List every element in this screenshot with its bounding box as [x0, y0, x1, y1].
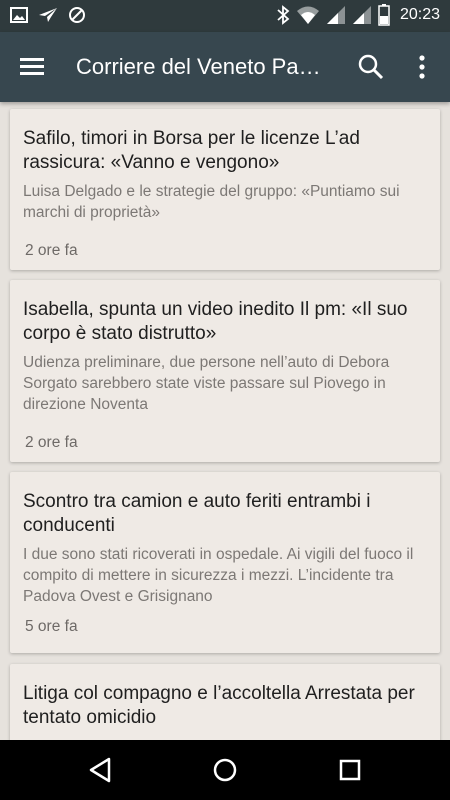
app-bar: Corriere del Veneto Padova: [0, 32, 450, 102]
send-icon: [39, 8, 57, 22]
bluetooth-icon: [277, 5, 290, 25]
image-icon: [10, 7, 28, 23]
article-time: 2 ore fa: [25, 434, 78, 451]
status-bar: 20:23: [0, 0, 450, 32]
article-card[interactable]: Scontro tra camion e auto feriti entramb…: [10, 472, 440, 653]
more-vert-icon[interactable]: [412, 52, 432, 82]
app-title: Corriere del Veneto Padova: [76, 54, 326, 79]
article-summary: I due sono stati ricoverati in ospedale.…: [23, 546, 414, 605]
article-card[interactable]: Isabella, spunta un video inedito Il pm:…: [10, 280, 440, 462]
article-summary: Udienza preliminare, due persone nell’au…: [23, 354, 390, 413]
article-headline: Litiga col compagno e l’accoltella Arres…: [23, 683, 415, 728]
signal-icon: [352, 6, 371, 24]
recents-icon[interactable]: [335, 755, 365, 785]
article-headline: Isabella, spunta un video inedito Il pm:…: [23, 299, 408, 344]
menu-icon[interactable]: [18, 53, 50, 81]
article-time: 5 ore fa: [25, 618, 78, 635]
home-icon[interactable]: [210, 755, 240, 785]
article-headline: Scontro tra camion e auto feriti entramb…: [23, 491, 371, 536]
search-icon[interactable]: [356, 52, 386, 82]
navigation-bar: [0, 740, 450, 800]
clock: 20:23: [399, 6, 440, 23]
article-card[interactable]: Litiga col compagno e l’accoltella Arres…: [10, 664, 440, 740]
back-icon[interactable]: [85, 755, 115, 785]
article-time: 2 ore fa: [25, 242, 78, 259]
article-summary: Luisa Delgado e le strategie del gruppo:…: [23, 183, 400, 221]
blocked-icon: [69, 7, 85, 23]
signal-icon: [326, 6, 345, 24]
article-headline: Safilo, timori in Borsa per le licenze L…: [23, 128, 360, 173]
news-feed[interactable]: Safilo, timori in Borsa per le licenze L…: [0, 102, 450, 740]
wifi-icon: [296, 6, 319, 24]
article-card[interactable]: Safilo, timori in Borsa per le licenze L…: [10, 109, 440, 270]
battery-icon: [378, 4, 390, 26]
